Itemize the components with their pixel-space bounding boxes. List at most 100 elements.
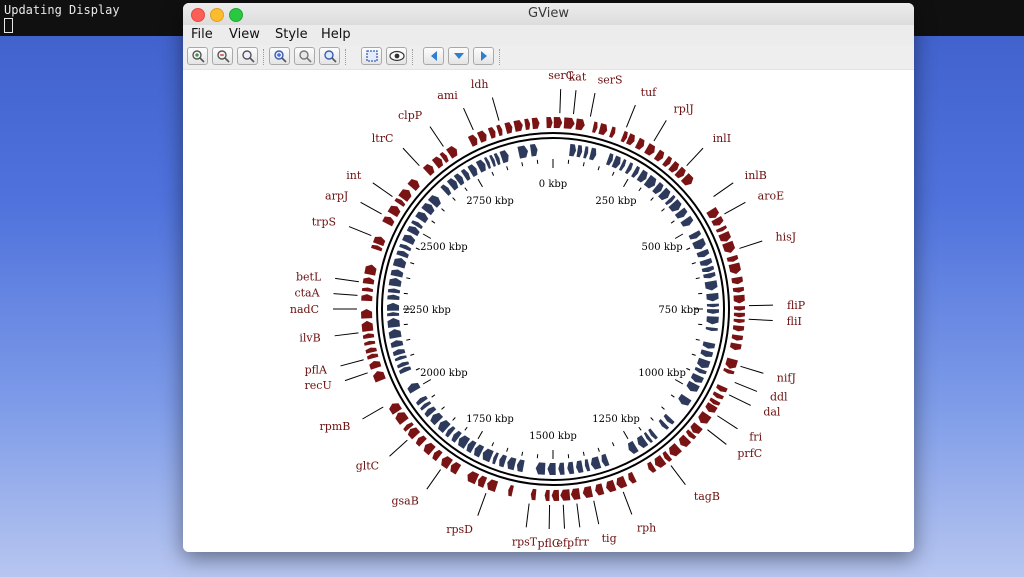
forward-strand-feature [432,449,443,462]
reverse-strand-feature [569,143,577,157]
reverse-strand-feature [690,372,704,383]
next-button[interactable] [473,47,494,65]
reverse-strand-feature [387,312,400,317]
forward-strand-feature [467,134,478,147]
minor-tick [695,338,700,341]
gene-leader-line [653,120,667,142]
reverse-strand-feature [473,444,485,458]
reverse-strand-feature [387,302,400,311]
forward-strand-feature [722,240,736,253]
previous-button[interactable] [423,47,444,65]
gene-label-dal: dal [763,406,781,419]
gene-leader-line [734,381,758,392]
forward-strand-feature [504,122,513,134]
toolbar-separator [345,49,348,65]
gene-label-ctaA: ctaA [294,287,320,300]
gene-leader-line [593,500,600,525]
gene-label-arpJ: arpJ [325,190,348,203]
down-button[interactable] [448,47,469,65]
forward-strand-feature [732,286,745,293]
zoom-reset-button[interactable] [237,47,258,65]
reverse-strand-feature [507,457,517,471]
minor-tick [611,171,615,176]
forward-strand-feature [364,340,376,346]
menu-view[interactable]: View [229,27,260,42]
reverse-strand-feature [499,150,509,164]
zoom-in-green-button[interactable] [187,47,208,65]
forward-strand-feature [733,312,745,318]
zoom-out-button[interactable] [294,47,315,65]
gene-leader-line [739,240,763,249]
reverse-strand-feature [440,184,452,196]
gene-leader-line [334,332,359,337]
menu-help[interactable]: Help [321,27,351,42]
minor-tick [452,197,456,201]
forward-strand-feature [715,225,727,233]
reverse-strand-feature [624,162,634,175]
forward-strand-feature [609,126,616,138]
window-title: GView [528,6,569,21]
forward-strand-feature [361,320,374,332]
gene-leader-line [491,97,500,121]
forward-strand-feature [415,435,427,447]
gene-label-pflC: pflC [538,537,561,550]
reverse-strand-feature [547,462,556,475]
gene-leader-line [426,469,441,490]
gene-leader-line [340,359,364,367]
gene-label-clpP: clpP [398,109,423,122]
gene-label-betL: betL [296,270,322,283]
zoom-in-button[interactable] [269,47,290,65]
forward-strand-feature [644,143,656,156]
forward-strand-feature [669,443,682,457]
zoom-fit-button[interactable] [319,47,340,65]
circular-genome-map[interactable]: 0 kbp 250 kbp 500 kbp 750 kbp 1000 kbp 1250 k… [183,70,914,552]
reverse-strand-feature [686,380,700,392]
gene-label-rplJ: rplJ [674,102,694,115]
scale-label: 0 kbp [539,179,567,190]
scale-label: 750 kbp [658,305,699,316]
gene-leader-line [463,107,474,131]
gene-leader-line [477,493,487,516]
reverse-strand-feature [387,288,401,294]
forward-strand-feature [387,205,401,218]
gene-label-trpS: trpS [312,215,336,228]
toggle-view-button[interactable] [386,47,407,65]
menu-style[interactable]: Style [275,27,308,42]
gene-label-int: int [346,169,362,182]
gene-leader-line [625,104,636,128]
forward-strand-feature [362,333,375,339]
forward-strand-feature [431,156,444,169]
gene-label-hisJ: hisJ [776,231,797,244]
title-bar[interactable]: GView [183,3,914,26]
menu-file[interactable]: File [191,27,213,42]
genome-map-canvas[interactable]: 0 kbp 250 kbp 500 kbp 750 kbp 1000 kbp 1250 k… [183,70,914,552]
reverse-strand-feature [390,269,404,278]
forward-strand-feature [395,412,409,425]
reverse-strand-feature [529,143,538,157]
reverse-strand-feature [606,153,614,166]
forward-strand-feature [361,294,373,302]
gene-leader-line [333,293,358,296]
scale-label: 1750 kbp [466,414,514,425]
forward-strand-feature [496,124,503,137]
major-tick [477,430,483,440]
select-region-button[interactable] [361,47,382,65]
gene-label-fliI: fliI [787,315,802,328]
reverse-strand-feature [678,393,692,406]
gene-leader-line [372,182,393,197]
zoom-out-red-button[interactable] [212,47,233,65]
forward-strand-feature [365,347,377,354]
forward-strand-feature [628,471,637,484]
reverse-strand-feature [583,146,589,159]
gene-label-rpmB: rpmB [320,420,351,433]
major-tick [674,379,684,385]
gene-label-pflA: pflA [305,364,328,377]
reverse-strand-feature [584,459,591,472]
minor-tick [670,394,675,398]
gene-leader-line [572,90,577,115]
reverse-strand-feature [394,355,407,362]
minor-tick [638,187,642,192]
forward-strand-feature [598,123,608,136]
gene-label-nadC: nadC [290,303,319,316]
reverse-strand-feature [589,147,597,161]
